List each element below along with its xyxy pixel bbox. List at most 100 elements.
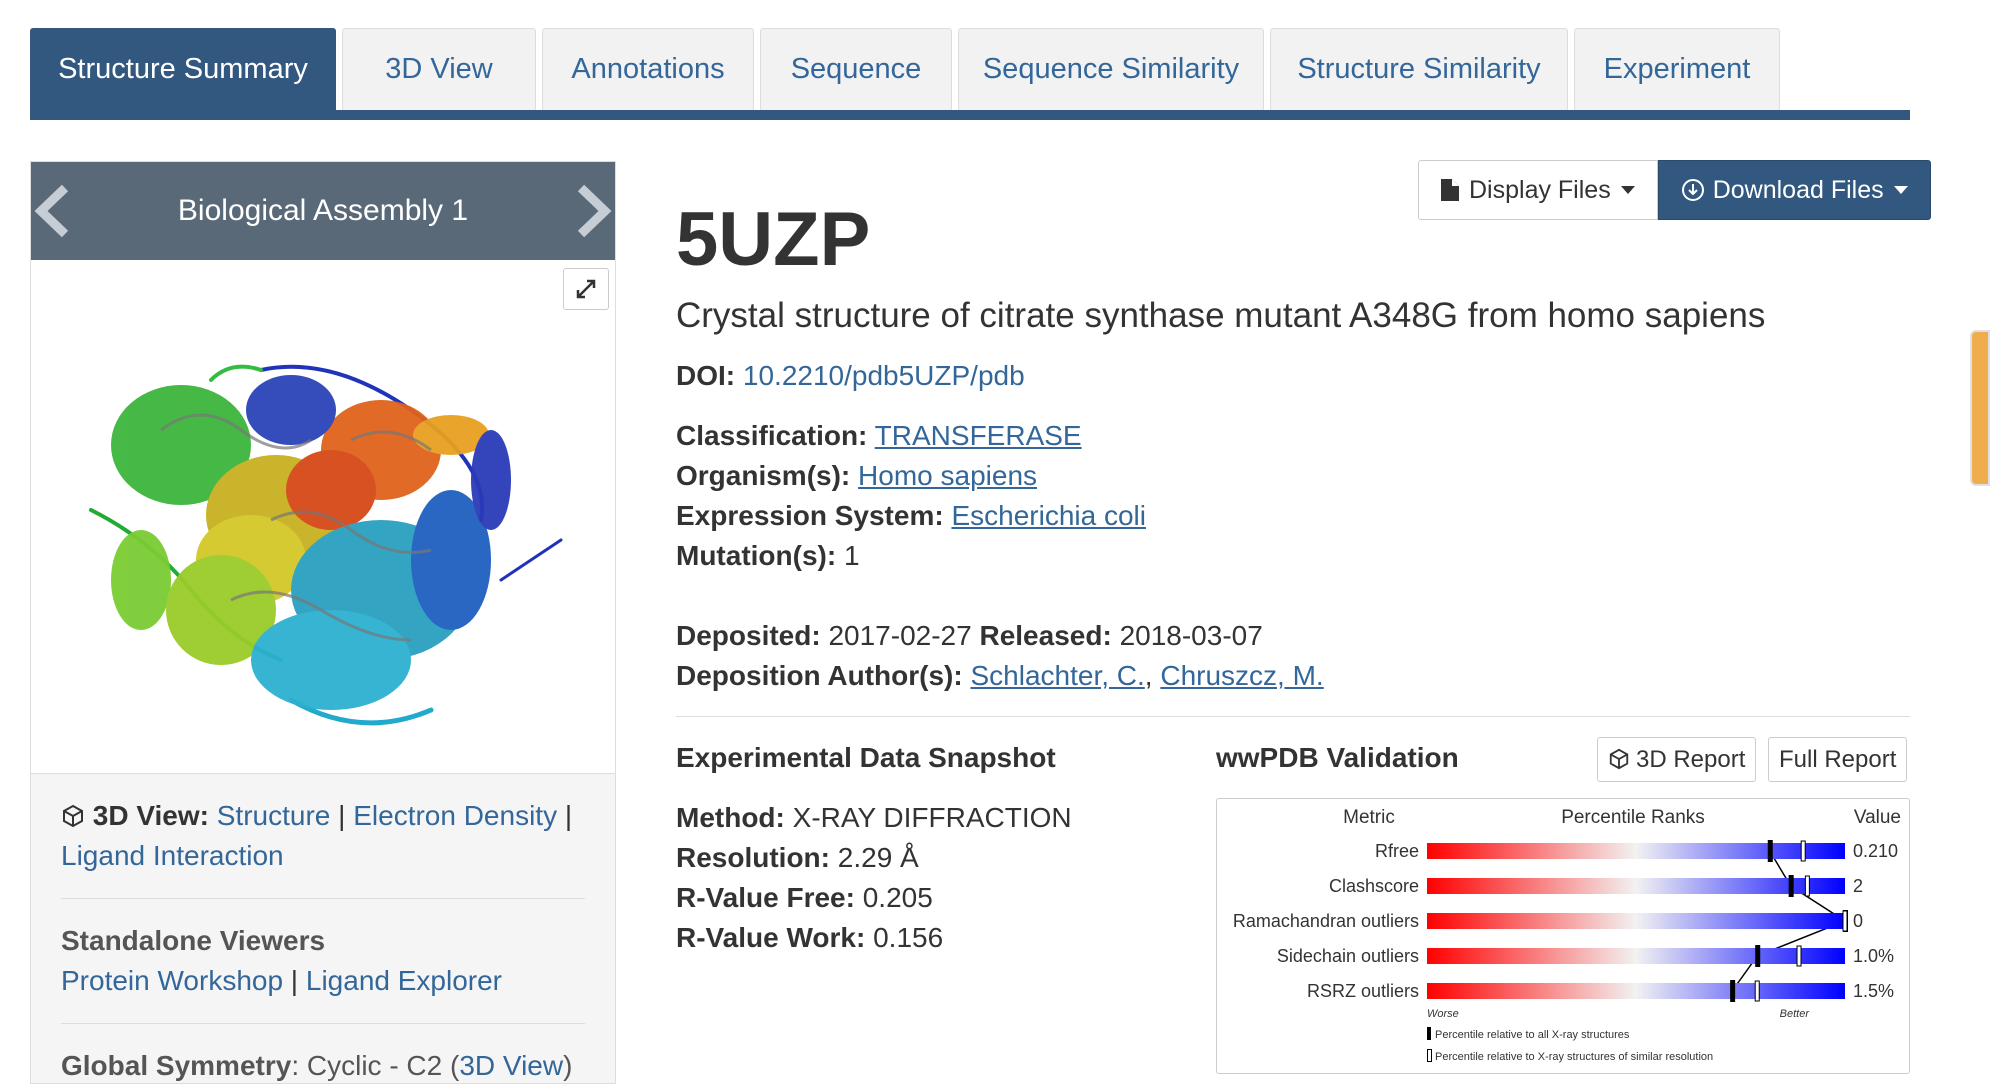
percentile-similar-marker: [1804, 875, 1810, 897]
tab-structure-summary[interactable]: Structure Summary: [30, 28, 336, 110]
assembly-title: Biological Assembly 1: [177, 194, 469, 227]
file-buttons: Display Files Download Files: [1418, 160, 1931, 220]
display-files-label: Display Files: [1469, 175, 1611, 204]
resolution-label: Resolution:: [676, 842, 830, 873]
caret-down-icon: [1620, 186, 1635, 194]
percentile-similar-marker: [1754, 980, 1760, 1002]
molecule-viewer[interactable]: [31, 260, 615, 774]
authors-row: Deposition Author(s): Schlachter, C., Ch…: [676, 660, 1324, 691]
tab-bar: Structure Summary 3D View Annotations Se…: [30, 28, 1910, 120]
expression-link[interactable]: Escherichia coli: [951, 500, 1146, 531]
col-metric: Metric: [1343, 807, 1395, 828]
tab-sequence[interactable]: Sequence: [760, 28, 952, 110]
metric-name: Sidechain outliers: [1277, 946, 1419, 966]
organism-label: Organism(s):: [676, 460, 851, 491]
deposited-label: Deposited:: [676, 620, 821, 651]
percentile-similar-marker: [1796, 945, 1802, 967]
feedback-side-tab[interactable]: [1970, 330, 1990, 486]
3d-report-button[interactable]: 3D Report: [1597, 737, 1757, 782]
doi-label: DOI:: [676, 360, 736, 391]
global-symmetry-row: Global Symmetry: Cyclic - C2 (3D View): [61, 1050, 573, 1081]
tab-annotations[interactable]: Annotations: [542, 28, 754, 110]
view3d-row: 3D View: Structure | Electron Density | …: [61, 800, 573, 871]
next-assembly-arrow-icon[interactable]: [559, 182, 615, 240]
structure-viewer-panel: Biological Assembly 1 3D View: Structure…: [30, 161, 616, 1084]
rwork-value: 0.156: [873, 922, 944, 953]
download-icon: [1681, 176, 1713, 205]
caret-down-icon: [1893, 186, 1908, 194]
percentile-all-marker: [1788, 875, 1794, 897]
resolution-value: 2.29 Å: [837, 842, 919, 873]
full-report-button[interactable]: Full Report: [1768, 737, 1908, 782]
tab-structure-similarity[interactable]: Structure Similarity: [1270, 28, 1568, 110]
percentile-bar: [1427, 913, 1845, 929]
structure-link[interactable]: Structure: [217, 800, 331, 831]
released-value: 2018-03-07: [1119, 620, 1263, 651]
symmetry-3d-view-link[interactable]: 3D View: [459, 1050, 563, 1081]
ligand-interaction-link[interactable]: Ligand Interaction: [61, 840, 284, 871]
view3d-label: 3D View: [92, 800, 200, 831]
author-link[interactable]: Chruszcz, M.: [1160, 660, 1323, 691]
protein-structure-image: [89, 364, 563, 726]
rfree-value: 0.205: [862, 882, 933, 913]
legend-all: Percentile relative to all X-ray structu…: [1435, 1029, 1630, 1041]
mutation-label: Mutation(s):: [676, 540, 837, 571]
percentile-bar: [1427, 878, 1845, 894]
mutation-row: Mutation(s): 1: [676, 540, 860, 572]
expression-row: Expression System: Escherichia coli: [676, 500, 1146, 532]
percentile-all-marker: [1755, 945, 1761, 967]
file-icon: [1441, 176, 1469, 205]
percentile-all-marker: [1767, 840, 1773, 862]
standalone-viewers-title: Standalone Viewers: [61, 925, 326, 956]
percentile-bar: [1427, 983, 1845, 999]
classification-label: Classification:: [676, 420, 868, 451]
tab-sequence-similarity[interactable]: Sequence Similarity: [958, 28, 1264, 110]
rfree-label: R-Value Free:: [676, 882, 855, 913]
3d-report-label: 3D Report: [1636, 745, 1746, 773]
tab-3d-view[interactable]: 3D View: [342, 28, 536, 110]
organism-link[interactable]: Homo sapiens: [858, 460, 1037, 491]
percentile-similar-marker: [1842, 910, 1848, 932]
resolution-row: Resolution: 2.29 Å: [676, 842, 919, 874]
rwork-label: R-Value Work:: [676, 922, 866, 953]
classification-link[interactable]: TRANSFERASE: [875, 420, 1082, 451]
doi-row: DOI: 10.2210/pdb5UZP/pdb: [676, 360, 1025, 392]
metric-value: 0.210: [1853, 841, 1898, 861]
divider: [676, 716, 1910, 717]
protein-workshop-link[interactable]: Protein Workshop: [61, 965, 283, 996]
ligand-explorer-link[interactable]: Ligand Explorer: [306, 965, 502, 996]
display-files-button[interactable]: Display Files: [1418, 160, 1658, 220]
metric-name: Rfree: [1375, 841, 1419, 861]
validation-slider-chart: Metric Percentile Ranks Value Rfree 0.210…: [1233, 807, 1901, 1063]
download-files-button[interactable]: Download Files: [1657, 160, 1931, 220]
metric-name: Clashscore: [1329, 876, 1419, 896]
metric-value: 1.0%: [1853, 946, 1894, 966]
tab-experiment[interactable]: Experiment: [1574, 28, 1780, 110]
metric-name: RSRZ outliers: [1307, 981, 1419, 1001]
metric-value: 1.5%: [1853, 981, 1894, 1001]
global-symmetry-label: Global Symmetry: [61, 1050, 292, 1081]
method-label: Method:: [676, 802, 785, 833]
author-link[interactable]: Schlachter, C.: [970, 660, 1144, 691]
metric-value: 0: [1853, 911, 1863, 931]
assembly-header: Biological Assembly 1: [31, 162, 615, 260]
full-report-label: Full Report: [1779, 745, 1897, 773]
viewer-links: 3D View: Structure | Electron Density | …: [31, 774, 615, 1083]
divider: [61, 898, 585, 899]
tab-underline: [30, 110, 1910, 120]
previous-assembly-arrow-icon[interactable]: [31, 182, 87, 240]
mutation-value: 1: [843, 540, 860, 571]
download-files-label: Download Files: [1712, 175, 1884, 204]
pdb-id: 5UZP: [676, 197, 871, 282]
organism-row: Organism(s): Homo sapiens: [676, 460, 1037, 492]
metric-name: Ramachandran outliers: [1233, 911, 1419, 931]
better-label: Better: [1780, 1008, 1811, 1020]
view3d-colon: :: [199, 800, 209, 831]
legend-similar-marker: [1427, 1049, 1432, 1062]
electron-density-link[interactable]: Electron Density: [353, 800, 557, 831]
cube-icon: [61, 800, 93, 831]
legend-all-marker: [1427, 1027, 1431, 1040]
doi-link[interactable]: 10.2210/pdb5UZP/pdb: [743, 360, 1025, 391]
classification-row: Classification: TRANSFERASE: [676, 420, 1082, 452]
worse-label: Worse: [1427, 1008, 1459, 1020]
